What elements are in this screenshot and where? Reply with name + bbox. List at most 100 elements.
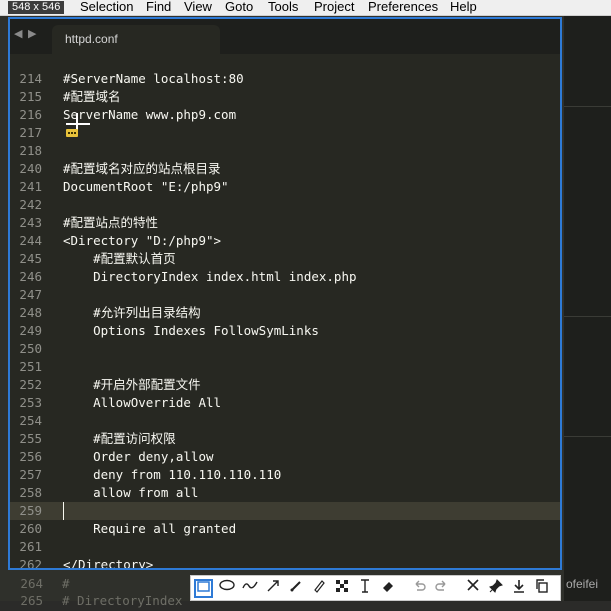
line-text: deny from 110.110.110.110 bbox=[63, 467, 282, 482]
line-text: Require all granted bbox=[63, 521, 237, 536]
code-line[interactable]: 217 bbox=[10, 124, 560, 142]
code-line[interactable]: 241 DocumentRoot "E:/php9" bbox=[10, 178, 560, 196]
brush-icon[interactable] bbox=[286, 579, 305, 598]
rectangle-icon[interactable] bbox=[194, 579, 213, 598]
code-line[interactable]: 246 DirectoryIndex index.html index.php bbox=[10, 268, 560, 286]
line-number: 218 bbox=[19, 143, 42, 158]
line-number: 243 bbox=[19, 215, 42, 230]
code-line[interactable]: 250 bbox=[10, 340, 560, 358]
menu-find[interactable]: Find bbox=[146, 0, 171, 14]
cursor-badge-icon bbox=[66, 129, 78, 137]
capture-size-label: 548 x 546 bbox=[8, 1, 65, 14]
copy-icon[interactable] bbox=[532, 579, 551, 598]
tab-next-icon[interactable]: ▶ bbox=[28, 27, 36, 40]
line-number: 249 bbox=[19, 323, 42, 338]
pin-icon[interactable] bbox=[486, 579, 505, 598]
code-line[interactable]: 248 #允许列出目录结构 bbox=[10, 304, 560, 322]
line-number: 260 bbox=[19, 521, 42, 536]
code-line[interactable]: 244 <Directory "D:/php9"> bbox=[10, 232, 560, 250]
ellipse-icon[interactable] bbox=[217, 579, 236, 598]
line-text: <Directory "D:/php9"> bbox=[63, 233, 222, 248]
code-line[interactable]: 254 bbox=[10, 412, 560, 430]
menu-goto[interactable]: Goto bbox=[225, 0, 253, 14]
highlighter-icon[interactable] bbox=[309, 579, 328, 598]
line-number: 262 bbox=[19, 557, 42, 570]
tab-label: httpd.conf bbox=[65, 32, 118, 46]
code-line[interactable]: 259 bbox=[10, 502, 560, 520]
line-number: 246 bbox=[19, 269, 42, 284]
code-line[interactable]: 218 bbox=[10, 142, 560, 160]
crosshair-cursor-icon bbox=[66, 123, 90, 125]
line-number: 252 bbox=[19, 377, 42, 392]
line-text: #允许列出目录结构 bbox=[63, 305, 201, 320]
code-line[interactable]: 261 bbox=[10, 538, 560, 556]
code-line[interactable]: 247 bbox=[10, 286, 560, 304]
line-number: 244 bbox=[19, 233, 42, 248]
undo-icon[interactable] bbox=[409, 579, 428, 598]
code-line[interactable]: 255 #配置访问权限 bbox=[10, 430, 560, 448]
line-number: 215 bbox=[19, 89, 42, 104]
line-text: ServerName www.php9.com bbox=[63, 107, 237, 122]
menu-project[interactable]: Project bbox=[314, 0, 354, 14]
screenshot-selection[interactable]: ◀ ▶ httpd.conf 214 #ServerName localhost:… bbox=[8, 17, 562, 570]
mosaic-icon[interactable] bbox=[332, 579, 351, 598]
tab-bar: ◀ ▶ httpd.conf bbox=[10, 19, 560, 54]
code-line[interactable]: 253 AllowOverride All bbox=[10, 394, 560, 412]
menu-preferences[interactable]: Preferences bbox=[368, 0, 438, 14]
text-caret bbox=[63, 502, 64, 520]
menu-selection[interactable]: Selection bbox=[80, 0, 133, 14]
line-text: DirectoryIndex index.html index.php bbox=[63, 269, 357, 284]
code-line[interactable]: 252 #开启外部配置文件 bbox=[10, 376, 560, 394]
code-line[interactable]: 214 #ServerName localhost:80 bbox=[10, 70, 560, 88]
line-number: 253 bbox=[19, 395, 42, 410]
menu-view[interactable]: View bbox=[184, 0, 212, 14]
code-line[interactable]: 249 Options Indexes FollowSymLinks bbox=[10, 322, 560, 340]
line-number: 250 bbox=[19, 341, 42, 356]
menu-help[interactable]: Help bbox=[450, 0, 477, 14]
eraser-icon[interactable] bbox=[378, 579, 397, 598]
code-line[interactable]: 216 ServerName www.php9.com bbox=[10, 106, 560, 124]
save-icon[interactable] bbox=[509, 579, 528, 598]
code-line[interactable]: 251 bbox=[10, 358, 560, 376]
line-number: 247 bbox=[19, 287, 42, 302]
cancel-icon[interactable] bbox=[463, 579, 482, 598]
line-text: #配置默认首页 bbox=[63, 251, 176, 266]
code-line[interactable]: 258 allow from all bbox=[10, 484, 560, 502]
line-number: 217 bbox=[19, 125, 42, 140]
line-text: #配置域名 bbox=[63, 89, 121, 104]
background-sidebar bbox=[564, 16, 611, 601]
line-number: 254 bbox=[19, 413, 42, 428]
line-number: 216 bbox=[19, 107, 42, 122]
code-line[interactable]: 242 bbox=[10, 196, 560, 214]
line-text: AllowOverride All bbox=[63, 395, 222, 410]
line-number: 240 bbox=[19, 161, 42, 176]
line-number: 258 bbox=[19, 485, 42, 500]
line-number: 261 bbox=[19, 539, 42, 554]
menu-bar: 548 x 546 Selection Find View Goto Tools… bbox=[0, 0, 611, 16]
code-line[interactable]: 256 Order deny,allow bbox=[10, 448, 560, 466]
line-text: Order deny,allow bbox=[63, 449, 214, 464]
tab-httpd-conf[interactable]: httpd.conf bbox=[52, 25, 220, 54]
line-number: 214 bbox=[19, 71, 42, 86]
tab-prev-icon[interactable]: ◀ bbox=[14, 27, 22, 40]
redo-icon[interactable] bbox=[432, 579, 451, 598]
code-line[interactable]: 257 deny from 110.110.110.110 bbox=[10, 466, 560, 484]
watermark-text: ofeifei bbox=[566, 577, 599, 591]
code-line[interactable]: 243 #配置站点的特性 bbox=[10, 214, 560, 232]
pen-icon[interactable] bbox=[240, 579, 259, 598]
code-line[interactable]: 260 Require all granted bbox=[10, 520, 560, 538]
text-icon[interactable] bbox=[355, 579, 374, 598]
code-line[interactable]: 215 #配置域名 bbox=[10, 88, 560, 106]
code-line[interactable]: 262 </Directory> bbox=[10, 556, 560, 570]
menu-tools[interactable]: Tools bbox=[268, 0, 298, 14]
line-text: </Directory> bbox=[63, 557, 154, 570]
code-line[interactable]: 240 #配置域名对应的站点根目录 bbox=[10, 160, 560, 178]
line-number: 257 bbox=[19, 467, 42, 482]
line-number: 255 bbox=[19, 431, 42, 446]
line-text: Options Indexes FollowSymLinks bbox=[63, 323, 319, 338]
arrow-icon[interactable] bbox=[263, 579, 282, 598]
line-number: 245 bbox=[19, 251, 42, 266]
line-number: 251 bbox=[19, 359, 42, 374]
line-text: allow from all bbox=[63, 485, 199, 500]
code-line[interactable]: 245 #配置默认首页 bbox=[10, 250, 560, 268]
